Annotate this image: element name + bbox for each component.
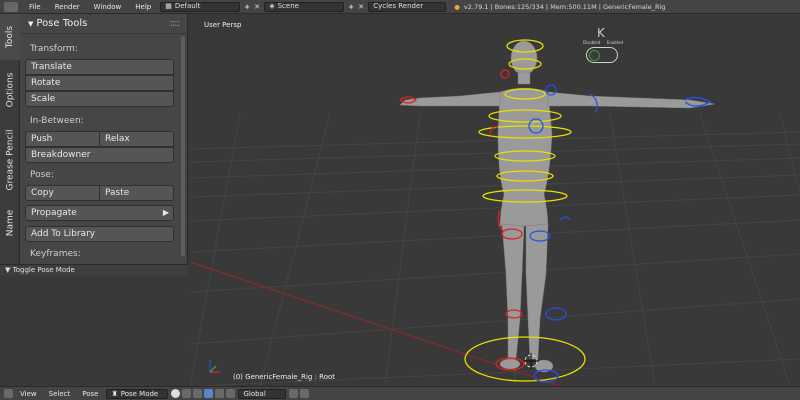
rotate-manipulator-icon[interactable]	[215, 389, 225, 398]
scene-name: Scene	[277, 2, 299, 10]
toggle-knob	[589, 50, 600, 61]
pose-tools-panel: ▼ Pose Tools :::: Transform: Translate R…	[20, 14, 188, 264]
submenu-arrow-icon: ▶	[162, 208, 169, 217]
snap-icon[interactable]	[300, 389, 310, 398]
menu-view[interactable]: View	[14, 390, 43, 398]
rotate-button[interactable]: Rotate	[25, 75, 174, 91]
mode-name: Pose Mode	[120, 389, 159, 398]
keyboard-toggle-logo: K	[597, 26, 605, 40]
menu-render[interactable]: Render	[48, 3, 87, 11]
translate-manipulator-icon[interactable]	[204, 389, 214, 398]
operator-triangle-icon: ▼	[5, 266, 11, 274]
render-engine-name: Cycles Render	[373, 2, 424, 10]
translate-button[interactable]: Translate	[25, 59, 174, 75]
menu-window[interactable]: Window	[87, 3, 129, 11]
propagate-label: Propagate	[31, 208, 77, 218]
blender-info-icon: ●	[454, 2, 460, 11]
breakdowner-button[interactable]: Breakdowner	[25, 147, 174, 163]
viewport-header: View Select Pose ♜ Pose Mode Global	[0, 386, 800, 400]
menu-select[interactable]: Select	[43, 390, 77, 398]
remove-scene-icon[interactable]: ✕	[356, 3, 366, 11]
scene-icon: ◈	[269, 2, 275, 10]
keyboard-toggle-widget[interactable]: K Disabled Enabled	[583, 26, 623, 66]
layer-buttons-icon[interactable]	[289, 389, 299, 398]
menu-pose[interactable]: Pose	[76, 390, 104, 398]
mode-selector[interactable]: ♜ Pose Mode	[106, 388, 169, 399]
relax-button[interactable]: Relax	[99, 131, 174, 147]
toggle-enabled-label: Enabled	[606, 40, 623, 45]
top-menu-bar: File Render Window Help ▦ Default + ✕ ◈ …	[0, 0, 800, 14]
panel-header[interactable]: ▼ Pose Tools ::::	[20, 14, 187, 34]
copy-button[interactable]: Copy	[25, 185, 100, 201]
panel-title: Pose Tools	[36, 18, 88, 29]
pose-label: Pose:	[30, 170, 54, 180]
tab-grease-pencil[interactable]: Grease Pencil	[0, 120, 20, 200]
keyframes-label: Keyframes:	[30, 249, 81, 259]
axis-gizmo	[209, 360, 220, 373]
add-to-library-button[interactable]: Add To Library	[25, 226, 174, 242]
toggle-switch[interactable]	[586, 47, 618, 63]
tool-shelf-tabs: Tools Options Grease Pencil Name	[0, 14, 20, 264]
render-engine-selector[interactable]: Cycles Render	[368, 1, 447, 12]
panel-scrollbar[interactable]	[181, 36, 185, 256]
add-scene-icon[interactable]: +	[346, 3, 356, 11]
layout-selector[interactable]: ▦ Default	[160, 1, 241, 12]
orientation-selector[interactable]: Global	[238, 388, 287, 399]
view-label: User Persp	[204, 21, 242, 29]
push-button[interactable]: Push	[25, 131, 100, 147]
character-mesh[interactable]	[399, 40, 716, 373]
tab-options[interactable]: Options	[0, 60, 20, 120]
orientation-name: Global	[243, 389, 266, 398]
toggle-pose-mode-operator[interactable]: ▼ Toggle Pose Mode	[0, 264, 188, 276]
inbetween-label: In-Between:	[30, 116, 84, 126]
collapse-triangle-icon[interactable]: ▼	[28, 20, 33, 28]
manipulator-toggle-icon[interactable]	[193, 389, 203, 398]
tab-name[interactable]: Name	[0, 200, 20, 246]
pivot-point-icon[interactable]	[182, 389, 192, 398]
active-object-label: (0) GenericFemale_Rig : Root	[233, 373, 336, 381]
paste-button[interactable]: Paste	[99, 185, 174, 201]
drag-grip-icon[interactable]: ::::	[170, 18, 181, 29]
editor-type-icon[interactable]	[4, 389, 13, 398]
toggle-pose-mode-label: Toggle Pose Mode	[12, 266, 75, 274]
propagate-button[interactable]: Propagate ▶	[25, 205, 174, 221]
add-layout-icon[interactable]: +	[242, 3, 252, 11]
pose-mode-icon: ♜	[111, 389, 118, 398]
rig-blue-controls[interactable]	[528, 84, 712, 383]
scene-selector[interactable]: ◈ Scene	[264, 1, 345, 12]
scale-manipulator-icon[interactable]	[226, 389, 236, 398]
scale-button[interactable]: Scale	[25, 91, 174, 107]
blender-icon[interactable]	[4, 1, 18, 12]
layout-name: Default	[174, 2, 201, 10]
layout-icon: ▦	[165, 2, 172, 10]
viewport-shading-icon[interactable]	[171, 389, 181, 398]
menu-help[interactable]: Help	[128, 3, 158, 11]
remove-layout-icon[interactable]: ✕	[252, 3, 262, 11]
tab-tools[interactable]: Tools	[0, 14, 20, 60]
status-info: v2.79.1 | Bones:125/334 | Mem:500.11M | …	[463, 2, 666, 11]
menu-file[interactable]: File	[22, 3, 48, 11]
transform-label: Transform:	[30, 44, 78, 54]
toggle-disabled-label: Disabled	[583, 40, 601, 45]
